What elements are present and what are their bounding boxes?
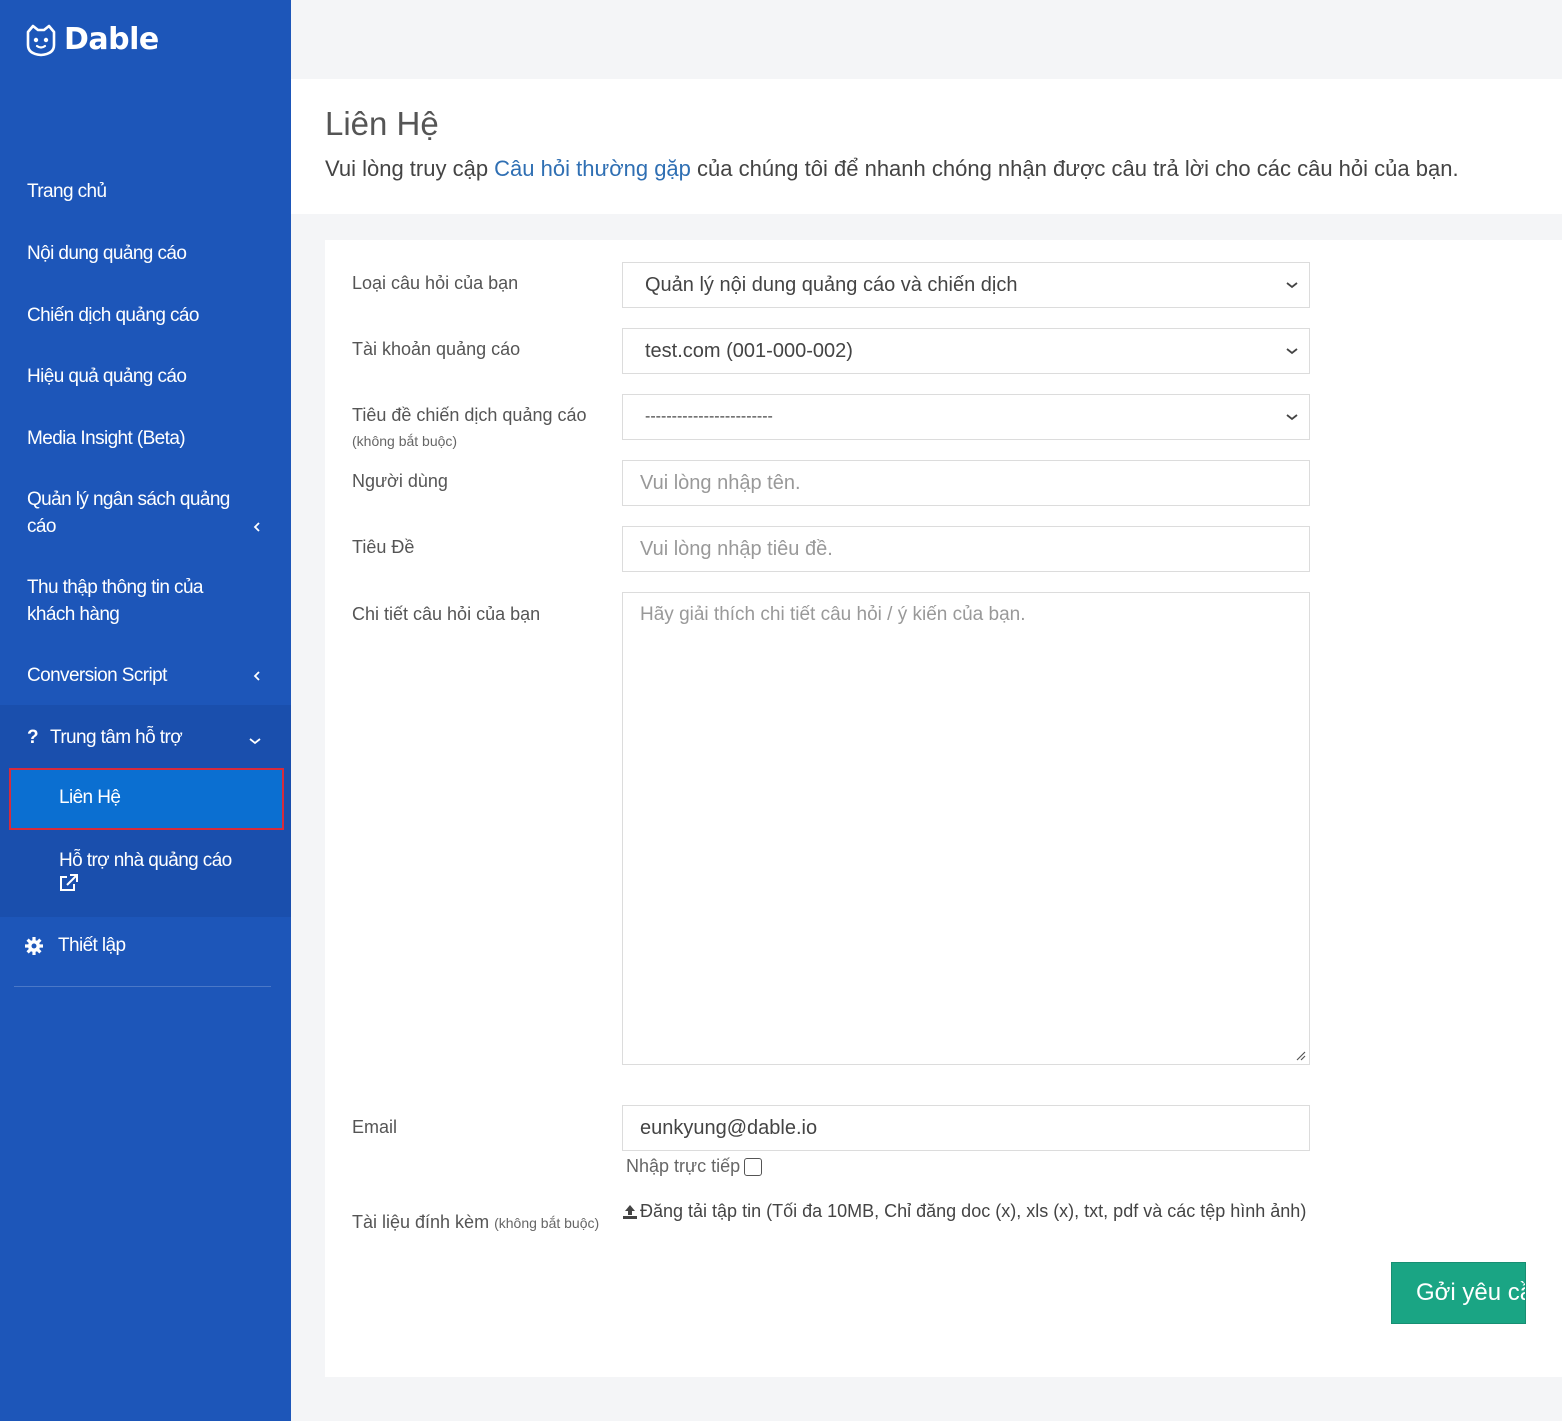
campaign-optional-note: (không bắt buộc) [352, 433, 458, 449]
page-header: Liên Hệ Vui lòng truy cập Câu hỏi thường… [291, 79, 1562, 214]
brand-name: Dable [64, 22, 159, 57]
faq-link[interactable]: Câu hỏi thường gặp [494, 156, 691, 181]
resize-handle-icon[interactable] [1294, 1049, 1306, 1061]
email-input[interactable]: eunkyung@dable.io [622, 1105, 1310, 1151]
sidebar-item-contact[interactable]: Liên Hệ [9, 768, 284, 830]
direct-input-checkbox[interactable] [744, 1157, 763, 1176]
attachment-optional-note: (không bắt buộc) [494, 1215, 600, 1231]
sidebar-item-support[interactable]: ? Trung tâm hỗ trợ [27, 727, 267, 749]
sidebar-divider [14, 986, 271, 987]
sidebar-item-label: Chiến dịch quảng cáo [27, 305, 199, 326]
sidebar-item-label: Trang chủ [27, 181, 107, 202]
chevron-down-icon [1286, 282, 1298, 289]
chevron-down-icon [1286, 414, 1298, 421]
sidebar-item-home[interactable]: Trang chủ [27, 178, 267, 205]
desc-before: Vui lòng truy cập [325, 156, 495, 181]
sidebar-item-label: Media Insight (Beta) [27, 428, 186, 449]
support-section: ? Trung tâm hỗ trợ Liên Hệ Hỗ trợ nhà qu… [0, 705, 291, 917]
page-title: Liên Hệ [325, 105, 439, 142]
sidebar-item-performance[interactable]: Hiệu quả quảng cáo [27, 363, 267, 390]
ad-account-select[interactable]: test.com (001-000-002) [622, 328, 1310, 374]
contact-form: Loại câu hỏi của bạn Quản lý nội dung qu… [325, 240, 1562, 1377]
question-icon: ? [27, 727, 39, 748]
sidebar-item-media-insight[interactable]: Media Insight (Beta) [27, 425, 267, 452]
sidebar-item-label: Thu thập thông tin của khách hàng [27, 577, 203, 625]
sidebar-item-advertiser-support[interactable]: Hỗ trợ nhà quảng cáo [59, 848, 259, 900]
desc-after: của chúng tôi để nhanh chóng nhận được c… [690, 156, 1459, 181]
details-textarea[interactable]: Hãy giải thích chi tiết câu hỏi / ý kiến… [622, 592, 1310, 1065]
selected-value: test.com (001-000-002) [645, 339, 853, 362]
selected-value: ------------------------ [645, 408, 773, 425]
email-value: eunkyung@dable.io [640, 1116, 818, 1139]
sidebar-item-label: Hiệu quả quảng cáo [27, 366, 187, 387]
sidebar-item-conversion-script[interactable]: Conversion Script [27, 662, 267, 689]
selected-value: Quản lý nội dung quảng cáo và chiến dịch [645, 273, 1018, 296]
attachment-label-text: Tài liệu đính kèm [352, 1212, 490, 1232]
chevron-down-icon [249, 738, 261, 745]
placeholder-text: Vui lòng nhập tiêu đề. [640, 537, 833, 560]
upload-icon [623, 1204, 637, 1219]
sidebar: Dable Trang chủ Nội dung quảng cáo Chiến… [0, 0, 291, 1421]
sidebar-item-label: Hỗ trợ nhà quảng cáo [59, 850, 232, 871]
sidebar-item-ad-content[interactable]: Nội dung quảng cáo [27, 240, 267, 267]
subject-input[interactable]: Vui lòng nhập tiêu đề. [622, 526, 1310, 572]
placeholder-text: Vui lòng nhập tên. [640, 471, 801, 494]
attachment-label: Tài liệu đính kèm (không bắt buộc) [352, 1212, 599, 1233]
subject-label: Tiêu Đề [352, 537, 415, 557]
file-upload-button[interactable]: Đăng tải tập tin (Tối đa 10MB, Chỉ đăng … [622, 1201, 1306, 1222]
sidebar-item-customer-info[interactable]: Thu thập thông tin của khách hàng [27, 574, 227, 628]
dable-logo-icon [26, 24, 56, 56]
sidebar-item-label: Liên Hệ [59, 787, 121, 808]
sidebar-item-label: Trung tâm hỗ trợ [50, 727, 183, 748]
page-description: Vui lòng truy cập Câu hỏi thường gặp của… [325, 156, 1459, 182]
question-type-label: Loại câu hỏi của bạn [352, 273, 519, 293]
direct-input-label: Nhập trực tiếp [626, 1156, 741, 1176]
sidebar-item-budget[interactable]: Quản lý ngân sách quảng cáo [27, 486, 242, 540]
logo[interactable]: Dable [24, 22, 159, 57]
details-label: Chi tiết câu hỏi của bạn [352, 604, 541, 624]
campaign-label: Tiêu đề chiến dịch quảng cáo [352, 405, 587, 425]
chevron-left-icon[interactable] [252, 522, 262, 532]
upload-text: Đăng tải tập tin (Tối đa 10MB, Chỉ đăng … [640, 1201, 1307, 1221]
user-name-input[interactable]: Vui lòng nhập tên. [622, 460, 1310, 506]
campaign-select[interactable]: ------------------------ [622, 394, 1310, 440]
sidebar-item-label: Thiết lập [58, 935, 126, 956]
gear-icon [25, 937, 43, 955]
sidebar-item-label: Quản lý ngân sách quảng cáo [27, 489, 230, 537]
chevron-left-icon[interactable] [252, 671, 262, 681]
submit-button[interactable]: Gởi yêu cầu [1391, 1262, 1526, 1324]
sidebar-item-settings[interactable]: Thiết lập [24, 935, 126, 957]
sidebar-item-label: Conversion Script [27, 665, 167, 686]
user-label: Người dùng [352, 471, 448, 491]
sidebar-item-label: Nội dung quảng cáo [27, 243, 187, 264]
chevron-down-icon [1286, 348, 1298, 355]
question-type-select[interactable]: Quản lý nội dung quảng cáo và chiến dịch [622, 262, 1310, 308]
ad-account-label: Tài khoản quảng cáo [352, 339, 521, 359]
email-label: Email [352, 1117, 398, 1137]
external-link-icon [60, 874, 78, 891]
sidebar-item-campaigns[interactable]: Chiến dịch quảng cáo [27, 302, 267, 329]
direct-input-option: Nhập trực tiếp [626, 1156, 763, 1177]
placeholder-text: Hãy giải thích chi tiết câu hỏi / ý kiến… [640, 604, 1026, 625]
